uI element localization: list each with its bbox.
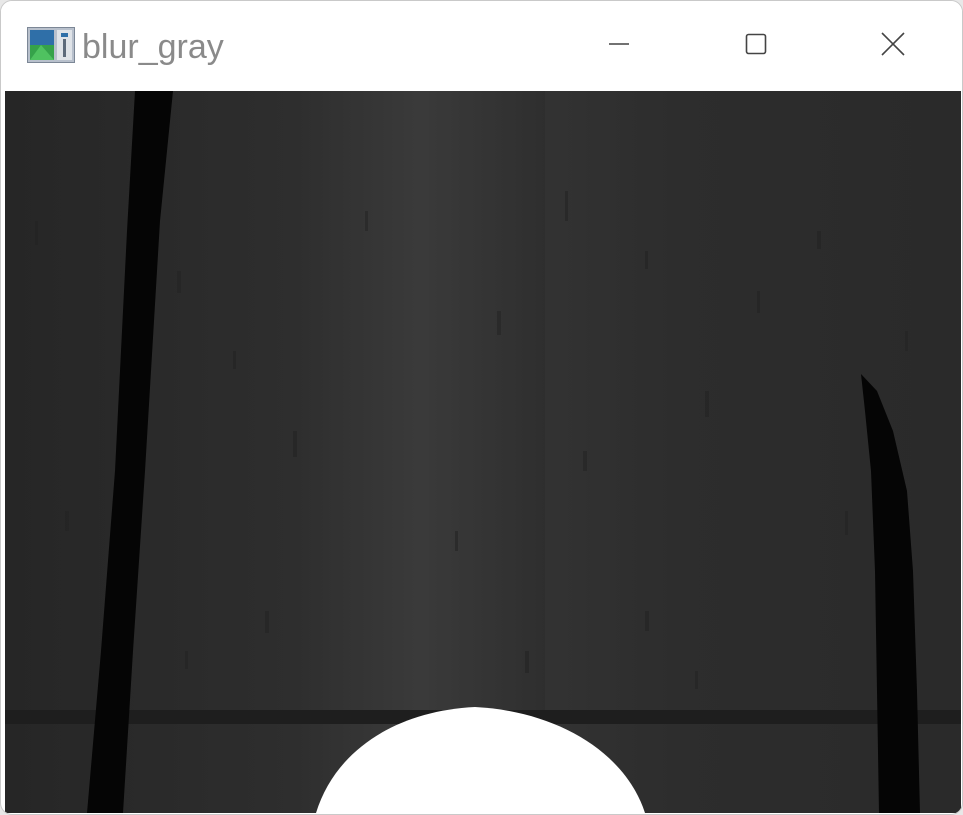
opencv-window-icon bbox=[27, 27, 75, 63]
window-title: blur_gray bbox=[82, 28, 224, 66]
minimize-button[interactable] bbox=[589, 19, 649, 69]
light-band bbox=[295, 91, 545, 813]
image-window: blur_gray bbox=[0, 0, 963, 815]
maximize-icon bbox=[745, 33, 767, 55]
title-bar[interactable]: blur_gray bbox=[1, 1, 962, 91]
maximize-button[interactable] bbox=[726, 19, 786, 69]
close-button[interactable] bbox=[863, 19, 923, 69]
close-icon bbox=[881, 32, 905, 56]
image-canvas[interactable] bbox=[5, 91, 961, 813]
minimize-icon bbox=[608, 33, 630, 55]
